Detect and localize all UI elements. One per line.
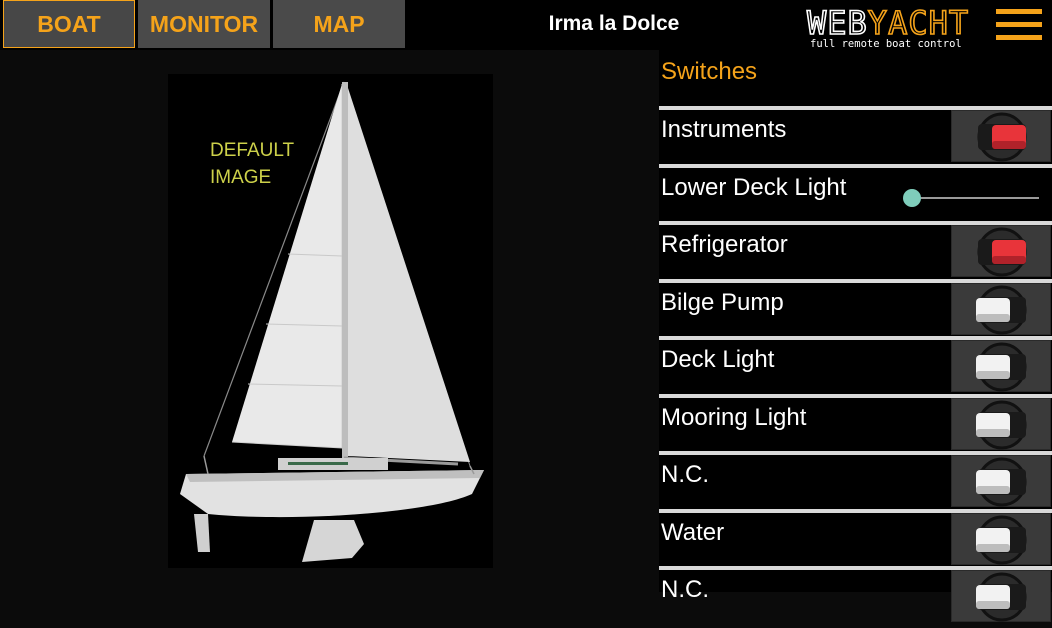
rocker-switch-icon (976, 285, 1027, 335)
boat-image: DEFAULT IMAGE (168, 74, 493, 568)
tab-boat[interactable]: BOAT (3, 0, 135, 48)
toggle-switch-off[interactable] (951, 340, 1051, 392)
switch-row: Bilge Pump (659, 279, 1052, 335)
top-bar: BOAT MONITOR MAP Irma la Dolce WEBYACHT … (0, 0, 1052, 50)
tab-map[interactable]: MAP (273, 0, 405, 48)
switch-row: Refrigerator (659, 221, 1052, 277)
switch-label: N.C. (661, 461, 709, 488)
switch-row: N.C. (659, 451, 1052, 507)
switch-label: Bilge Pump (661, 289, 784, 316)
switch-row: Instruments (659, 106, 1052, 162)
switch-label: Instruments (661, 116, 787, 143)
switch-label: Lower Deck Light (661, 174, 847, 201)
switches-title: Switches (661, 58, 758, 85)
switch-label: N.C. (661, 576, 709, 603)
toggle-switch-off[interactable] (951, 513, 1051, 565)
rocker-switch-icon (976, 515, 1027, 565)
rocker-switch-icon (976, 572, 1027, 622)
rocker-switch-icon (976, 400, 1027, 450)
switch-row: Water (659, 509, 1052, 565)
default-image-caption-2: IMAGE (210, 167, 271, 188)
tab-monitor[interactable]: MONITOR (138, 0, 270, 48)
webyacht-logo: WEBYACHT full remote boat control (806, 3, 969, 50)
rocker-switch-icon (976, 342, 1027, 392)
toggle-switch-on[interactable] (951, 110, 1051, 162)
toggle-switch-off[interactable] (951, 283, 1051, 335)
rocker-switch-icon (977, 227, 1027, 277)
toggle-switch-on[interactable] (951, 225, 1051, 277)
hamburger-menu-icon[interactable] (994, 7, 1044, 43)
logo-text-web: WEB (807, 4, 868, 42)
toggle-switch-off[interactable] (951, 570, 1051, 622)
switch-row: Mooring Light (659, 394, 1052, 450)
switch-row: Deck Light (659, 336, 1052, 392)
rocker-switch-icon (976, 457, 1027, 507)
logo-text: WEBYACHT (807, 4, 969, 42)
logo-text-yacht: YACHT (868, 4, 969, 42)
switch-label: Water (661, 519, 725, 546)
switches-panel: Switches Instruments Lower Deck Light Refr… (659, 50, 1052, 622)
sailboat-illustration: DEFAULT IMAGE (180, 81, 484, 562)
dimmer-slider-track[interactable] (911, 197, 1039, 199)
boat-name: Irma la Dolce (548, 12, 680, 35)
dimmer-slider-thumb[interactable] (903, 189, 921, 207)
switch-label: Mooring Light (661, 404, 807, 431)
switch-label: Refrigerator (661, 231, 788, 258)
switch-row: N.C. (659, 566, 1052, 622)
toggle-switch-off[interactable] (951, 455, 1051, 507)
switch-row: Lower Deck Light (659, 164, 1052, 220)
toggle-switch-off[interactable] (951, 398, 1051, 450)
default-image-caption-1: DEFAULT (210, 140, 295, 161)
switch-label: Deck Light (661, 346, 775, 373)
rocker-switch-icon (977, 112, 1027, 162)
logo-tagline: full remote boat control (810, 38, 962, 50)
